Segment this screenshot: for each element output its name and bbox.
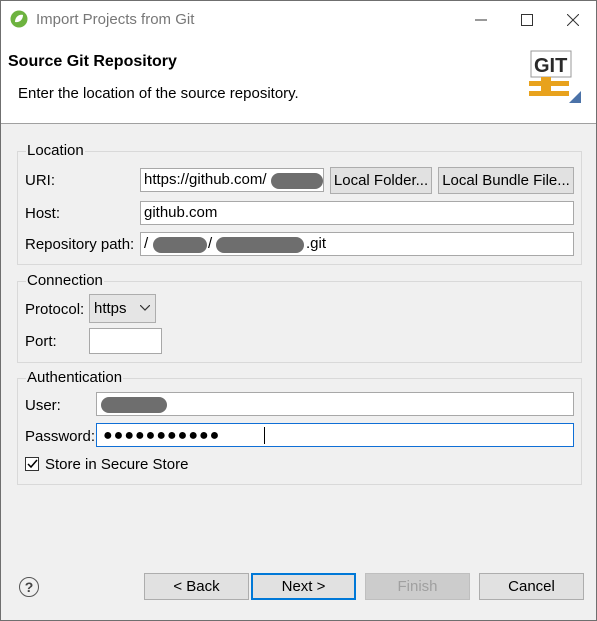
uri-field[interactable]: https://github.com/	[140, 168, 324, 192]
password-field[interactable]: ●●●●●●●●●●●	[96, 423, 574, 447]
back-button[interactable]: < Back	[144, 573, 249, 600]
maximize-icon	[521, 14, 533, 26]
port-label: Port:	[25, 333, 57, 350]
finish-button: Finish	[365, 573, 470, 600]
close-button[interactable]	[550, 1, 596, 39]
user-field[interactable]	[96, 392, 574, 416]
checkmark-icon	[27, 459, 38, 469]
minimize-button[interactable]	[458, 1, 504, 39]
port-field[interactable]	[89, 328, 162, 354]
host-field[interactable]: github.com	[140, 201, 574, 225]
git-logo-icon: GIT	[521, 47, 587, 107]
page-description: Enter the location of the source reposit…	[18, 85, 299, 102]
user-label: User:	[25, 397, 61, 414]
protocol-select[interactable]: https	[89, 294, 156, 323]
next-button[interactable]: Next >	[251, 573, 356, 600]
text-caret	[264, 427, 265, 444]
host-label: Host:	[25, 205, 61, 222]
help-icon[interactable]: ?	[19, 577, 39, 597]
title-bar: Import Projects from Git	[1, 1, 596, 39]
repository-path-label: Repository path:	[25, 236, 135, 253]
spring-leaf-icon	[10, 10, 28, 28]
redacted-user	[101, 397, 167, 413]
repository-path-field[interactable]: / / .git	[140, 232, 574, 256]
authentication-legend: Authentication	[26, 369, 124, 386]
cancel-button[interactable]: Cancel	[479, 573, 584, 600]
local-folder-button[interactable]: Local Folder...	[330, 167, 432, 194]
redacted-username	[271, 173, 323, 189]
minimize-icon	[475, 19, 487, 21]
svg-text:GIT: GIT	[534, 55, 567, 77]
location-legend: Location	[26, 142, 85, 159]
local-bundle-file-button[interactable]: Local Bundle File...	[438, 167, 574, 194]
protocol-label: Protocol:	[25, 301, 85, 318]
uri-label: URI:	[25, 172, 55, 189]
maximize-button[interactable]	[504, 1, 550, 39]
import-dialog: Import Projects from Git Source Git Repo…	[0, 0, 597, 621]
redacted-repo	[216, 237, 304, 253]
connection-legend: Connection	[26, 272, 104, 289]
page-title: Source Git Repository	[8, 53, 177, 70]
chevron-down-icon	[140, 305, 150, 311]
redacted-owner	[153, 237, 207, 253]
wizard-banner: Source Git Repository Enter the location…	[1, 39, 596, 124]
store-secure-label[interactable]: Store in Secure Store	[45, 456, 188, 473]
window-title: Import Projects from Git	[36, 11, 195, 28]
password-label: Password:	[25, 428, 96, 445]
close-icon	[567, 14, 579, 26]
store-secure-checkbox[interactable]	[25, 457, 39, 471]
